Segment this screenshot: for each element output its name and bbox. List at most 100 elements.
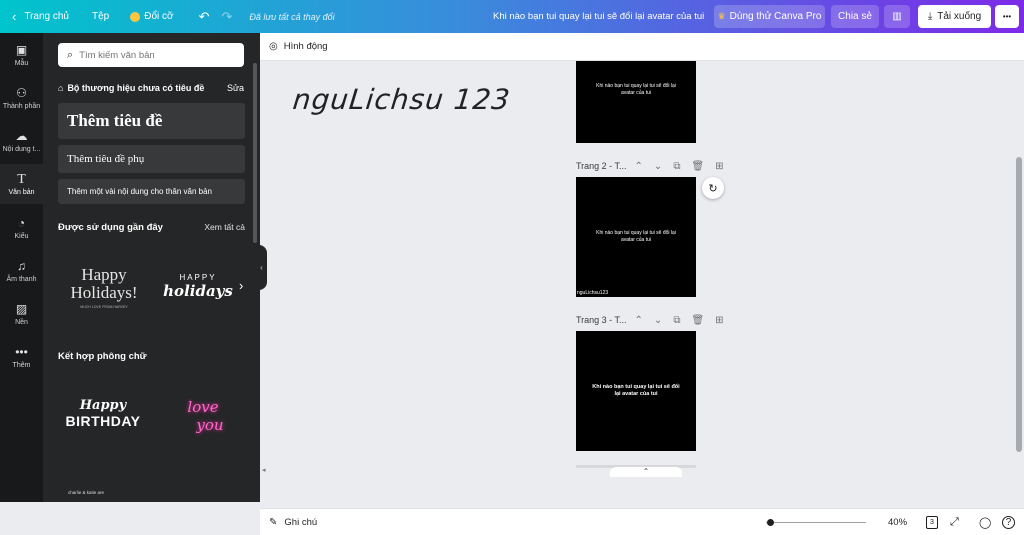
rail-label: Kiểu (14, 232, 29, 240)
rail-item-uploads[interactable]: ☁ Nội dung t... (0, 121, 43, 161)
add-subheading-button[interactable]: Thêm tiêu đề phụ (58, 145, 245, 173)
search-input[interactable] (79, 49, 230, 61)
resize-button[interactable]: Đổi cỡ (130, 0, 174, 33)
scroll-left-arrow[interactable]: ◂ (262, 466, 266, 474)
carousel-next-icon[interactable]: › (239, 278, 243, 293)
page-label[interactable]: Trang 3 - T... (576, 315, 627, 325)
show-pages-button[interactable]: ⌃ (610, 467, 682, 477)
duplicate-icon[interactable]: ⧉ (673, 161, 680, 172)
trash-icon[interactable]: 🗑 (691, 315, 704, 326)
add-body-label: Thêm một vài nội dung cho thân văn bản (67, 187, 212, 196)
add-heading-button[interactable]: Thêm tiêu đề (58, 103, 245, 139)
rail-item-more[interactable]: ••• Thêm (0, 337, 43, 377)
chevron-up-icon[interactable]: ⌃ (635, 161, 643, 172)
page-1[interactable]: Khi nào bạn tui quay lại tui sẽ đổi lại … (576, 61, 696, 143)
trash-icon[interactable]: 🗑 (691, 161, 704, 172)
share-button[interactable]: Chia sẻ (831, 5, 879, 28)
chevron-down-icon[interactable]: ⌄ (654, 315, 662, 326)
add-body-button[interactable]: Thêm một vài nội dung cho thân văn bản (58, 179, 245, 204)
try-pro-label: Dùng thử Canva Pro (729, 11, 822, 22)
brand-kit-edit-link[interactable]: Sửa (227, 83, 244, 93)
crown-icon (130, 11, 141, 22)
chevron-up-icon: ⌃ (642, 467, 650, 476)
sample-text: holidays (163, 281, 233, 300)
text-icon: T (17, 171, 26, 187)
duplicate-icon[interactable]: ⧉ (673, 315, 680, 326)
download-icon: ⤓ (927, 11, 933, 22)
more-menu-button[interactable]: ••• (995, 5, 1019, 28)
page-2[interactable]: Khi nào bạn tui quay lại tui sẽ đổi lại … (576, 177, 696, 297)
font-sample-happy-birthday[interactable]: Happy BIRTHDAY (58, 388, 148, 438)
rail-item-elements[interactable]: ⚇ Thành phần (0, 78, 43, 118)
brand-kit-icon: ⌂ (58, 83, 64, 93)
font-sample-happy-holidays-serif[interactable]: Happy Holidays! MUCH LOVE FROM HARVEY (58, 253, 150, 321)
palette-icon: ◔ (17, 215, 26, 230)
try-pro-button[interactable]: ♛ Dùng thử Canva Pro (714, 5, 825, 28)
home-link[interactable]: ‹ Trang chủ (12, 0, 69, 33)
download-button[interactable]: ⤓ Tải xuống (918, 5, 991, 28)
chevron-up-icon[interactable]: ⌃ (635, 315, 643, 326)
check-circle-icon[interactable]: ◯ (979, 516, 991, 529)
download-label: Tải xuống (937, 11, 982, 22)
sample-text: Happy (81, 264, 127, 284)
page-label[interactable]: Trang 2 - T... (576, 161, 627, 171)
chevron-down-icon[interactable]: ⌄ (654, 161, 662, 172)
resize-label: Đổi cỡ (144, 11, 174, 22)
background-icon: ▨ (15, 301, 28, 316)
search-icon: ⌕ (67, 48, 74, 61)
refresh-button[interactable]: ↻ (702, 177, 724, 199)
font-sample-happy-holidays-script[interactable]: HAPPY holidays (156, 261, 240, 311)
template-icon: ▣ (15, 42, 28, 57)
undo-button[interactable]: ↶ (199, 0, 210, 33)
add-page-icon[interactable]: ⊞ (715, 161, 723, 172)
recent-title: Được sử dụng gần đây (58, 222, 163, 233)
analytics-button[interactable]: ▥ (884, 5, 910, 28)
animate-icon: ◎ (269, 41, 278, 52)
animate-button[interactable]: Hình động (284, 41, 328, 52)
rail-label: Mẫu (14, 59, 29, 67)
sample-text: Happy (79, 397, 127, 413)
scrollbar-thumb[interactable] (1016, 157, 1022, 452)
panel-scrollbar[interactable] (253, 63, 257, 243)
file-menu[interactable]: Tệp (92, 0, 109, 33)
page-text: Khi nào bạn tui quay lại tui sẽ đổi lại … (592, 384, 680, 397)
editor-scrollbar[interactable] (1014, 61, 1024, 502)
add-page-icon[interactable]: ⊞ (715, 315, 723, 326)
sample-text: Holidays! (70, 282, 138, 302)
add-subheading-label: Thêm tiêu đề phụ (67, 153, 145, 165)
page-footer-text: nguLichsu123 (577, 290, 609, 296)
design-title[interactable]: Khi nào bạn tui quay lại tui sẽ đổi lại … (493, 0, 704, 33)
search-box[interactable]: ⌕ (58, 43, 244, 67)
zoom-slider[interactable] (766, 519, 866, 526)
rail-label: Văn bản (8, 188, 35, 196)
add-heading-label: Thêm tiêu đề (67, 111, 163, 130)
brand-kit-row: ⌂ Bộ thương hiệu chưa có tiêu đề Sửa (58, 81, 244, 95)
rail-item-templates[interactable]: ▣ Mẫu (0, 35, 43, 75)
rail-item-text[interactable]: T Văn bản (0, 164, 43, 204)
page-text: Khi nào bạn tui quay lại tui sẽ đổi lại … (596, 83, 676, 96)
zoom-level[interactable]: 40% (888, 517, 907, 528)
recent-header: Được sử dụng gần đây Xem tất cả (58, 222, 245, 233)
fullscreen-icon[interactable]: ⤢ (950, 516, 959, 529)
page-count: 3 (930, 519, 934, 526)
page-count-button[interactable]: 3 (926, 516, 938, 529)
notes-button[interactable]: Ghi chú (284, 517, 317, 528)
rail-item-styles[interactable]: ◔ Kiểu (0, 208, 43, 248)
text-panel: ⌕ ⌂ Bộ thương hiệu chưa có tiêu đề Sửa T… (43, 33, 260, 502)
rail-item-background[interactable]: ▨ Nền (0, 294, 43, 334)
rail-item-audio[interactable]: ♫ Âm thanh (0, 251, 43, 291)
page-3[interactable]: Khi nào bạn tui quay lại tui sẽ đổi lại … (576, 331, 696, 451)
see-all-link[interactable]: Xem tất cả (204, 222, 245, 233)
help-icon[interactable]: ? (1002, 515, 1015, 529)
music-icon: ♫ (17, 258, 26, 273)
handwriting-annotation: nguLichsu 123 (291, 83, 513, 116)
redo-button[interactable]: ↷ (221, 0, 232, 33)
zoom-slider-knob[interactable] (767, 519, 774, 526)
combo-title: Kết hợp phông chữ (58, 351, 147, 362)
page-2-header: Trang 2 - T... ⌃ ⌄ ⧉ 🗑 ⊞ (576, 158, 724, 174)
crown-icon: ♛ (717, 11, 726, 21)
font-sample-love-you[interactable]: love you (163, 388, 243, 443)
save-status: Đã lưu tất cả thay đổi (249, 11, 335, 22)
font-sample-bottom[interactable]: charlie & katie are (68, 490, 104, 495)
sample-text: BIRTHDAY (65, 412, 141, 429)
